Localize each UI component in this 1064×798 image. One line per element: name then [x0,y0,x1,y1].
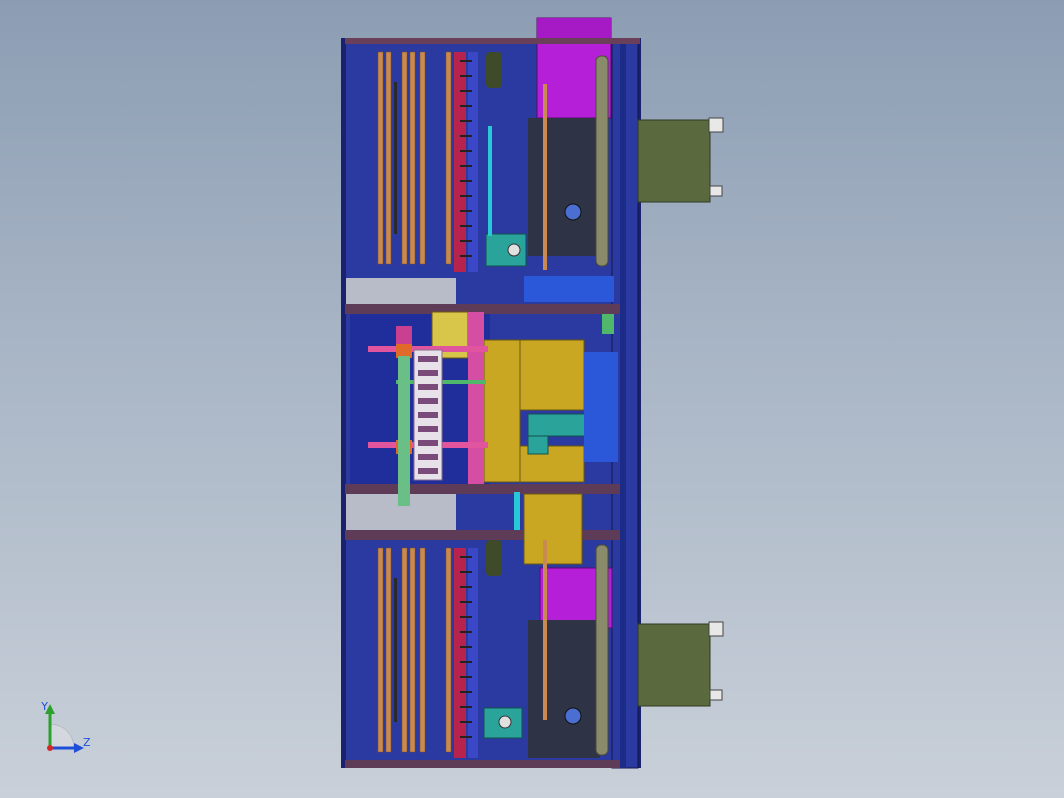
slotted-ladder [413,349,443,481]
cyan-rod-lower [514,492,520,530]
chain-tooth [460,135,472,137]
ladder-slot [418,440,438,446]
lower-roller [595,544,609,756]
upper-dark-block [528,118,600,256]
upper-bearing [564,203,582,221]
pink-column-mid [468,312,484,484]
chain-tooth [460,150,472,152]
lower-bearing [564,707,582,725]
teal-gear-upper [507,243,521,257]
lower-green-motor [486,540,502,576]
triad-base [49,723,75,749]
copper-rod [377,547,384,753]
ladder-slot [418,454,438,460]
crossbar-2 [345,484,620,494]
crossbar-bottom [345,760,620,768]
yellow-plate-bottom [523,493,583,565]
copper-shaft-upper [543,84,547,270]
z-axis-label: Z [83,736,91,749]
chain-tooth [460,661,472,663]
teal-gear-lower [498,715,512,729]
chain-tooth [460,676,472,678]
cad-viewport[interactable]: Y Z [0,0,1064,798]
lower-motor-tab [709,689,723,701]
chain-tooth [460,225,472,227]
teal-block-mid2 [527,435,549,455]
yellow-plate-left [483,339,521,483]
chain-tooth [460,691,472,693]
chain-tooth [460,255,472,257]
ladder-slot [418,412,438,418]
chain-tooth [460,165,472,167]
ladder-slot [418,398,438,404]
copper-rod [385,547,392,753]
triad-origin [47,745,53,751]
orange-block-1 [396,344,412,358]
ladder-slot [418,426,438,432]
upper-motor-cap [708,117,724,133]
upper-green-motor [486,52,502,88]
coordinate-triad: Y Z [40,700,91,753]
copper-shaft-lower [543,540,547,720]
upper-blue-column [468,52,478,272]
copper-rod [401,51,408,265]
chain-tooth [460,240,472,242]
copper-rod [445,51,452,265]
lower-blue-column [468,548,478,758]
copper-rod [377,51,384,265]
yellow-plate-main [519,339,585,411]
chain-tooth [460,180,472,182]
ladder-slot [418,356,438,362]
chain-tooth [460,556,472,558]
dark-rod [394,82,397,234]
chain-tooth [460,195,472,197]
copper-rod [401,547,408,753]
ladder-slot [418,468,438,474]
y-axis-label: Y [40,700,48,713]
upper-crimson-chain [454,52,466,272]
chain-tooth [460,586,472,588]
dark-rod [394,578,397,722]
crossbar-top [345,38,640,44]
chain-tooth [460,736,472,738]
chain-tooth [460,706,472,708]
chain-tooth [460,60,472,62]
chain-tooth [460,75,472,77]
copper-rod [445,547,452,753]
middle-blue-right-panel [584,352,618,462]
chain-tooth [460,105,472,107]
lower-dark-block [528,620,600,758]
lower-crimson-chain [454,548,466,758]
copper-rod [385,51,392,265]
lower-motor-box [637,623,711,707]
chain-tooth [460,601,472,603]
gray-panel-upper [346,278,456,304]
chain-tooth [460,90,472,92]
machine-assembly [341,17,724,769]
green-column-mid [398,356,410,506]
chain-tooth [460,646,472,648]
lower-motor-cap [708,621,724,637]
copper-rod [409,51,416,265]
chain-tooth [460,120,472,122]
chain-tooth [460,721,472,723]
chain-tooth [460,571,472,573]
chain-tooth [460,616,472,618]
cyan-rod-upper [488,126,492,236]
ladder-slot [418,384,438,390]
copper-rod [419,547,426,753]
chain-tooth [460,210,472,212]
chain-tooth [460,631,472,633]
upper-roller [595,55,609,267]
right-frame-edge [620,40,626,768]
upper-blue-lower-panel [524,276,614,302]
copper-rod [419,51,426,265]
ladder-slot [418,370,438,376]
green-strip-right [602,314,614,334]
upper-motor-box [637,119,711,203]
top-magenta-strip [537,18,611,38]
upper-motor-tab [709,185,723,197]
copper-rod [409,547,416,753]
